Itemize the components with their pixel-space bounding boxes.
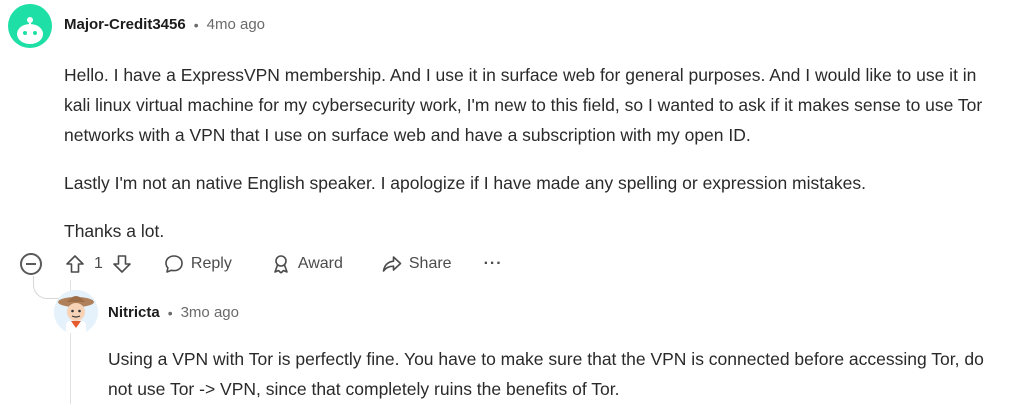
username[interactable]: Major-Credit3456 [64,16,186,33]
reply-label: Reply [190,255,232,272]
vote-group: 1 [64,253,133,275]
comment-action-bar: 1 Reply Award Share ··· [64,253,503,275]
cowboy-avatar-icon [54,290,98,334]
reply-header: Nitricta • 3mo ago [108,304,239,321]
reply-button[interactable]: Reply [163,253,232,275]
timestamp[interactable]: 4mo ago [207,16,265,33]
comment-paragraph: Lastly I'm not an native English speaker… [64,173,866,193]
comment-body: Hello. I have a ExpressVPN membership. A… [64,60,1004,246]
more-options-icon: ··· [483,255,503,272]
share-label: Share [408,255,452,272]
more-options-button[interactable]: ··· [484,255,503,273]
comment-bubble-icon [163,253,185,275]
share-button[interactable]: Share [381,253,452,275]
collapse-thread-button[interactable] [20,253,42,275]
comment-header: Major-Credit3456 • 4mo ago [64,16,265,33]
downvote-icon[interactable] [111,253,133,275]
share-icon [381,253,403,275]
reply-paragraph: Using a VPN with Tor is perfectly fine. … [108,349,984,399]
reply-avatar[interactable] [54,290,98,334]
comment-paragraph: Thanks a lot. [64,221,165,241]
vote-count: 1 [94,255,103,272]
upvote-icon[interactable] [64,253,86,275]
award-label: Award [297,255,343,272]
separator-dot: • [167,304,173,321]
award-button[interactable]: Award [270,253,343,275]
reply-timestamp[interactable]: 3mo ago [181,304,239,321]
award-icon [270,253,292,275]
avatar[interactable] [8,4,52,48]
minus-icon [26,263,36,265]
reply-username[interactable]: Nitricta [108,304,160,321]
reddit-snoo-icon [17,17,43,44]
separator-dot: • [193,16,199,33]
reply-body: Using a VPN with Tor is perfectly fine. … [108,344,1008,404]
comment-paragraph: Hello. I have a ExpressVPN membership. A… [64,65,983,145]
